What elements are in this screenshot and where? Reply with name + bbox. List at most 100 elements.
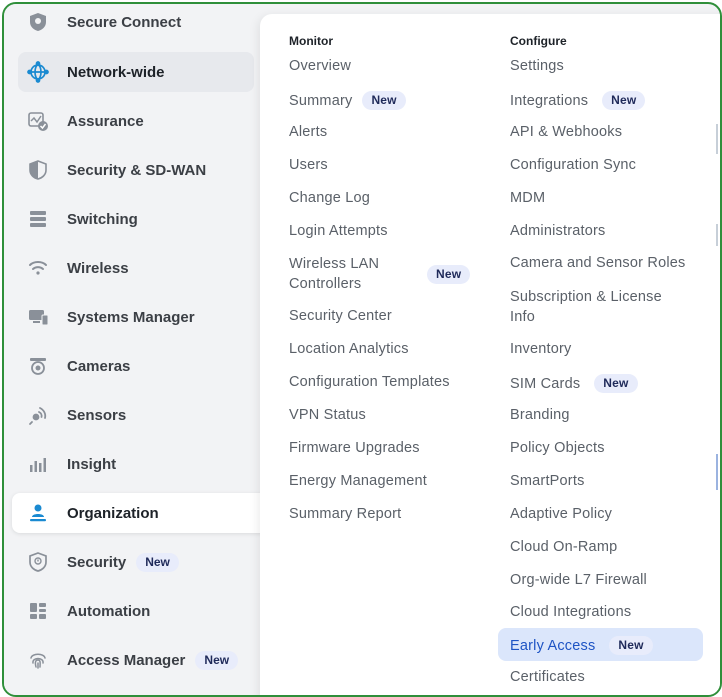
menu-item-configuration-sync[interactable]: Configuration Sync bbox=[510, 157, 636, 173]
background-edge-divider bbox=[716, 124, 718, 154]
sidebar-item-label: Security & SD-WAN bbox=[67, 161, 207, 179]
shield-lock-icon bbox=[26, 10, 50, 34]
automation-grid-icon bbox=[26, 599, 50, 623]
menu-item-label: MDM bbox=[510, 190, 546, 206]
sidebar-item-access-manager[interactable]: Access Manager New bbox=[18, 640, 254, 680]
menu-item-summary[interactable]: Summary New bbox=[289, 91, 406, 110]
menu-item-inventory[interactable]: Inventory bbox=[510, 341, 571, 357]
menu-item-early-access[interactable]: Early Access New bbox=[510, 636, 653, 655]
menu-item-location-analytics[interactable]: Location Analytics bbox=[289, 341, 409, 357]
sidebar-item-automation[interactable]: Automation bbox=[18, 591, 254, 631]
menu-item-label: Configuration Sync bbox=[510, 157, 637, 173]
menu-item-camera-sensor-roles[interactable]: Camera and Sensor Roles bbox=[510, 255, 685, 271]
sidebar-item-label: Assurance bbox=[67, 112, 144, 130]
sidebar-item-organization[interactable]: Organization bbox=[12, 493, 272, 533]
menu-item-certificates[interactable]: Certificates bbox=[510, 669, 585, 685]
sidebar-item-insight[interactable]: Insight bbox=[18, 444, 254, 484]
background-edge-divider bbox=[716, 454, 718, 490]
background-edge-divider bbox=[716, 224, 718, 246]
sidebar-item-network-wide[interactable]: Network-wide bbox=[18, 52, 254, 92]
menu-item-label: SIM Cards bbox=[510, 375, 581, 392]
menu-item-label: Cloud On-Ramp bbox=[510, 539, 618, 555]
menu-item-cloud-integrations[interactable]: Cloud Integrations bbox=[510, 604, 631, 620]
menu-item-label: Adaptive Policy bbox=[510, 506, 613, 522]
sidebar-item-switching[interactable]: Switching bbox=[18, 199, 254, 239]
new-badge: New bbox=[195, 650, 239, 670]
sidebar-item-label: Wireless bbox=[67, 259, 129, 277]
menu-item-org-wide-l7-firewall[interactable]: Org-wide L7 Firewall bbox=[510, 572, 647, 588]
organization-dropdown-menu: Monitor Overview Summary New Alerts Users… bbox=[260, 14, 720, 695]
sidebar-item-systems-manager[interactable]: Systems Manager bbox=[18, 297, 254, 337]
menu-item-label: Change Log bbox=[289, 190, 371, 206]
menu-item-vpn-status[interactable]: VPN Status bbox=[289, 407, 366, 423]
wifi-icon bbox=[26, 256, 50, 280]
menu-item-firmware-upgrades[interactable]: Firmware Upgrades bbox=[289, 440, 420, 456]
switch-stack-icon bbox=[26, 207, 50, 231]
camera-icon bbox=[26, 354, 50, 378]
menu-item-label: Wireless LAN Controllers bbox=[289, 256, 380, 292]
menu-item-label: Inventory bbox=[510, 341, 572, 357]
sidebar-item-label: Switching bbox=[67, 210, 138, 228]
new-badge: New bbox=[136, 552, 179, 572]
sensor-signal-icon bbox=[26, 403, 50, 427]
monitor-heading: Monitor bbox=[289, 34, 333, 48]
sidebar-item-security-sdwan[interactable]: Security & SD-WAN bbox=[18, 150, 254, 190]
menu-item-subscription-license-info[interactable]: Subscription & License Info bbox=[510, 287, 685, 327]
menu-item-login-attempts[interactable]: Login Attempts bbox=[289, 223, 388, 239]
configure-heading: Configure bbox=[510, 34, 567, 48]
menu-item-mdm[interactable]: MDM bbox=[510, 190, 545, 206]
sidebar-item-label: Access Manager bbox=[67, 651, 186, 669]
menu-item-label: Security Center bbox=[289, 308, 392, 324]
menu-item-administrators[interactable]: Administrators bbox=[510, 223, 605, 239]
menu-item-configuration-templates[interactable]: Configuration Templates bbox=[289, 374, 450, 390]
menu-item-adaptive-policy[interactable]: Adaptive Policy bbox=[510, 506, 612, 522]
menu-item-energy-management[interactable]: Energy Management bbox=[289, 473, 427, 489]
menu-item-settings[interactable]: Settings bbox=[510, 58, 564, 74]
menu-item-label: Configuration Templates bbox=[289, 374, 450, 390]
menu-item-cloud-on-ramp[interactable]: Cloud On-Ramp bbox=[510, 539, 617, 555]
sidebar-item-label: Security bbox=[67, 553, 127, 571]
sidebar-item-secure-connect[interactable]: Secure Connect bbox=[18, 4, 254, 42]
sidebar-item-label: Network-wide bbox=[67, 63, 165, 81]
menu-item-label: Summary Report bbox=[289, 506, 402, 522]
menu-item-summary-report[interactable]: Summary Report bbox=[289, 506, 401, 522]
menu-item-branding[interactable]: Branding bbox=[510, 407, 570, 423]
sidebar-item-label: Insight bbox=[67, 455, 117, 473]
menu-item-label: VPN Status bbox=[289, 407, 366, 423]
sidebar-item-cameras[interactable]: Cameras bbox=[18, 346, 254, 386]
menu-item-overview[interactable]: Overview bbox=[289, 58, 351, 74]
sidebar-item-security[interactable]: Security New bbox=[18, 542, 254, 582]
menu-item-sim-cards[interactable]: SIM Cards New bbox=[510, 374, 638, 393]
sidebar-item-assurance[interactable]: Assurance bbox=[18, 101, 254, 141]
menu-item-label: Summary bbox=[289, 92, 353, 109]
menu-item-change-log[interactable]: Change Log bbox=[289, 190, 370, 206]
menu-item-label: Users bbox=[289, 157, 328, 173]
menu-item-integrations[interactable]: Integrations New bbox=[510, 91, 646, 110]
assurance-check-icon bbox=[26, 109, 50, 133]
menu-item-api-webhooks[interactable]: API & Webhooks bbox=[510, 124, 622, 140]
menu-item-label: Cloud Integrations bbox=[510, 604, 632, 620]
menu-item-security-center[interactable]: Security Center bbox=[289, 308, 392, 324]
sidebar-item-sensors[interactable]: Sensors bbox=[18, 395, 254, 435]
menu-item-label: Integrations bbox=[510, 92, 589, 109]
menu-item-label: Org-wide L7 Firewall bbox=[510, 572, 647, 588]
menu-item-alerts[interactable]: Alerts bbox=[289, 124, 327, 140]
devices-icon bbox=[26, 305, 50, 329]
menu-item-wireless-lan-controllers[interactable]: Wireless LAN Controllers New bbox=[289, 254, 474, 294]
menu-item-label: Login Attempts bbox=[289, 223, 388, 239]
sidebar-item-label: Automation bbox=[67, 602, 151, 620]
menu-item-policy-objects[interactable]: Policy Objects bbox=[510, 440, 605, 456]
menu-item-label: Camera and Sensor Roles bbox=[510, 255, 686, 271]
sidebar-item-label: Organization bbox=[67, 504, 159, 522]
menu-item-label: Early Access bbox=[510, 637, 596, 654]
sidebar-nav: Secure Connect Network-wide Assurance Se… bbox=[4, 4, 272, 695]
menu-item-smartports[interactable]: SmartPorts bbox=[510, 473, 585, 489]
menu-item-label: Certificates bbox=[510, 669, 585, 685]
menu-item-label: Settings bbox=[510, 58, 564, 74]
menu-item-users[interactable]: Users bbox=[289, 157, 328, 173]
sidebar-item-label: Systems Manager bbox=[67, 308, 195, 326]
sidebar-item-label: Secure Connect bbox=[67, 13, 182, 31]
sidebar-item-wireless[interactable]: Wireless bbox=[18, 248, 254, 288]
menu-item-label: Location Analytics bbox=[289, 341, 409, 357]
new-badge: New bbox=[427, 264, 471, 284]
